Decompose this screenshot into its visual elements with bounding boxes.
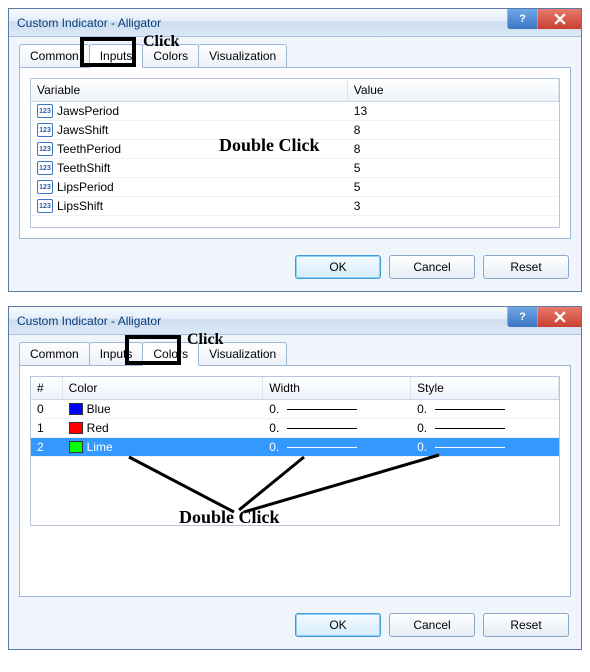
titlebar: Custom Indicator - Alligator ? xyxy=(9,307,581,335)
color-swatch xyxy=(69,403,83,415)
variable-value[interactable]: 3 xyxy=(348,197,559,215)
line-sample-icon xyxy=(435,409,505,410)
table-row[interactable]: 123 LipsShift 3 xyxy=(31,197,559,216)
table-row[interactable]: 123 JawsShift 8 xyxy=(31,121,559,140)
list-header: # Color Width Style xyxy=(31,377,559,400)
tab-inputs[interactable]: Inputs xyxy=(89,342,144,366)
cancel-button[interactable]: Cancel xyxy=(389,255,475,279)
tab-common[interactable]: Common xyxy=(19,44,90,68)
inputs-list: Variable Value 123 JawsPeriod 13 123 JawsShi… xyxy=(30,78,560,228)
variable-value[interactable]: 5 xyxy=(348,178,559,196)
table-row[interactable]: 123 JawsPeriod 13 xyxy=(31,102,559,121)
tab-pane-colors: # Color Width Style 0Blue0.0.1Red0.0.2Li… xyxy=(19,365,571,597)
close-button[interactable] xyxy=(537,307,581,327)
dialog-buttons: OK Cancel Reset xyxy=(9,245,581,291)
style-cell[interactable]: 0. xyxy=(411,400,559,418)
help-icon: ? xyxy=(519,311,526,323)
integer-icon: 123 xyxy=(37,104,53,118)
col-index[interactable]: # xyxy=(31,377,63,399)
tab-colors[interactable]: Colors xyxy=(142,342,199,366)
table-row[interactable]: 123 TeethPeriod 8 xyxy=(31,140,559,159)
col-variable[interactable]: Variable xyxy=(31,79,348,101)
dialog-inputs: Custom Indicator - Alligator ? Common In… xyxy=(8,8,582,292)
line-sample-icon xyxy=(287,428,357,429)
ok-button[interactable]: OK xyxy=(295,255,381,279)
titlebar-buttons: ? xyxy=(507,307,581,327)
tab-visualization[interactable]: Visualization xyxy=(198,44,287,68)
tab-visualization[interactable]: Visualization xyxy=(198,342,287,366)
width-cell[interactable]: 0. xyxy=(263,419,411,437)
color-swatch xyxy=(69,422,83,434)
ok-button[interactable]: OK xyxy=(295,613,381,637)
variable-value[interactable]: 5 xyxy=(348,159,559,177)
col-value[interactable]: Value xyxy=(348,79,559,101)
width-cell[interactable]: 0. xyxy=(263,400,411,418)
color-swatch xyxy=(69,441,83,453)
tab-colors[interactable]: Colors xyxy=(142,44,199,68)
color-name: Lime xyxy=(87,440,113,454)
help-button[interactable]: ? xyxy=(507,9,537,29)
help-button[interactable]: ? xyxy=(507,307,537,327)
reset-button[interactable]: Reset xyxy=(483,613,569,637)
table-row[interactable]: 1 Red 0.0. xyxy=(31,419,559,438)
row-index: 2 xyxy=(31,438,63,456)
color-cell[interactable]: Lime xyxy=(63,438,264,456)
window-title: Custom Indicator - Alligator xyxy=(17,16,161,30)
integer-icon: 123 xyxy=(37,161,53,175)
variable-name: JawsShift xyxy=(57,123,108,137)
integer-icon: 123 xyxy=(37,180,53,194)
integer-icon: 123 xyxy=(37,199,53,213)
help-icon: ? xyxy=(519,13,526,25)
integer-icon: 123 xyxy=(37,123,53,137)
variable-name: LipsShift xyxy=(57,199,103,213)
variable-name: TeethShift xyxy=(57,161,110,175)
color-name: Red xyxy=(87,421,109,435)
variable-value[interactable]: 13 xyxy=(348,102,559,120)
close-icon xyxy=(554,13,566,25)
line-sample-icon xyxy=(435,428,505,429)
col-width[interactable]: Width xyxy=(263,377,411,399)
tab-inputs[interactable]: Inputs xyxy=(89,44,144,68)
width-cell[interactable]: 0. xyxy=(263,438,411,456)
integer-icon: 123 xyxy=(37,142,53,156)
color-cell[interactable]: Blue xyxy=(63,400,264,418)
table-row[interactable]: 2 Lime 0.0. xyxy=(31,438,559,457)
close-button[interactable] xyxy=(537,9,581,29)
titlebar: Custom Indicator - Alligator ? xyxy=(9,9,581,37)
style-cell[interactable]: 0. xyxy=(411,438,559,456)
row-index: 1 xyxy=(31,419,63,437)
col-style[interactable]: Style xyxy=(411,377,559,399)
line-sample-icon xyxy=(435,447,505,448)
colors-list: # Color Width Style 0Blue0.0.1Red0.0.2Li… xyxy=(30,376,560,526)
reset-button[interactable]: Reset xyxy=(483,255,569,279)
tab-bar: Common Inputs Colors Visualization xyxy=(9,335,581,365)
dialog-buttons: OK Cancel Reset xyxy=(9,603,581,649)
col-color[interactable]: Color xyxy=(63,377,264,399)
titlebar-buttons: ? xyxy=(507,9,581,29)
style-cell[interactable]: 0. xyxy=(411,419,559,437)
cancel-button[interactable]: Cancel xyxy=(389,613,475,637)
tab-pane-inputs: Variable Value 123 JawsPeriod 13 123 JawsShi… xyxy=(19,67,571,239)
color-cell[interactable]: Red xyxy=(63,419,264,437)
window-title: Custom Indicator - Alligator xyxy=(17,314,161,328)
list-header: Variable Value xyxy=(31,79,559,102)
variable-name: LipsPeriod xyxy=(57,180,114,194)
variable-name: TeethPeriod xyxy=(57,142,121,156)
tab-bar: Common Inputs Colors Visualization xyxy=(9,37,581,67)
line-sample-icon xyxy=(287,447,357,448)
close-icon xyxy=(554,311,566,323)
dialog-colors: Custom Indicator - Alligator ? Common In… xyxy=(8,306,582,650)
table-row[interactable]: 123 LipsPeriod 5 xyxy=(31,178,559,197)
variable-name: JawsPeriod xyxy=(57,104,119,118)
tab-common[interactable]: Common xyxy=(19,342,90,366)
variable-value[interactable]: 8 xyxy=(348,140,559,158)
table-row[interactable]: 0 Blue 0.0. xyxy=(31,400,559,419)
table-row[interactable]: 123 TeethShift 5 xyxy=(31,159,559,178)
color-name: Blue xyxy=(87,402,111,416)
variable-value[interactable]: 8 xyxy=(348,121,559,139)
line-sample-icon xyxy=(287,409,357,410)
row-index: 0 xyxy=(31,400,63,418)
